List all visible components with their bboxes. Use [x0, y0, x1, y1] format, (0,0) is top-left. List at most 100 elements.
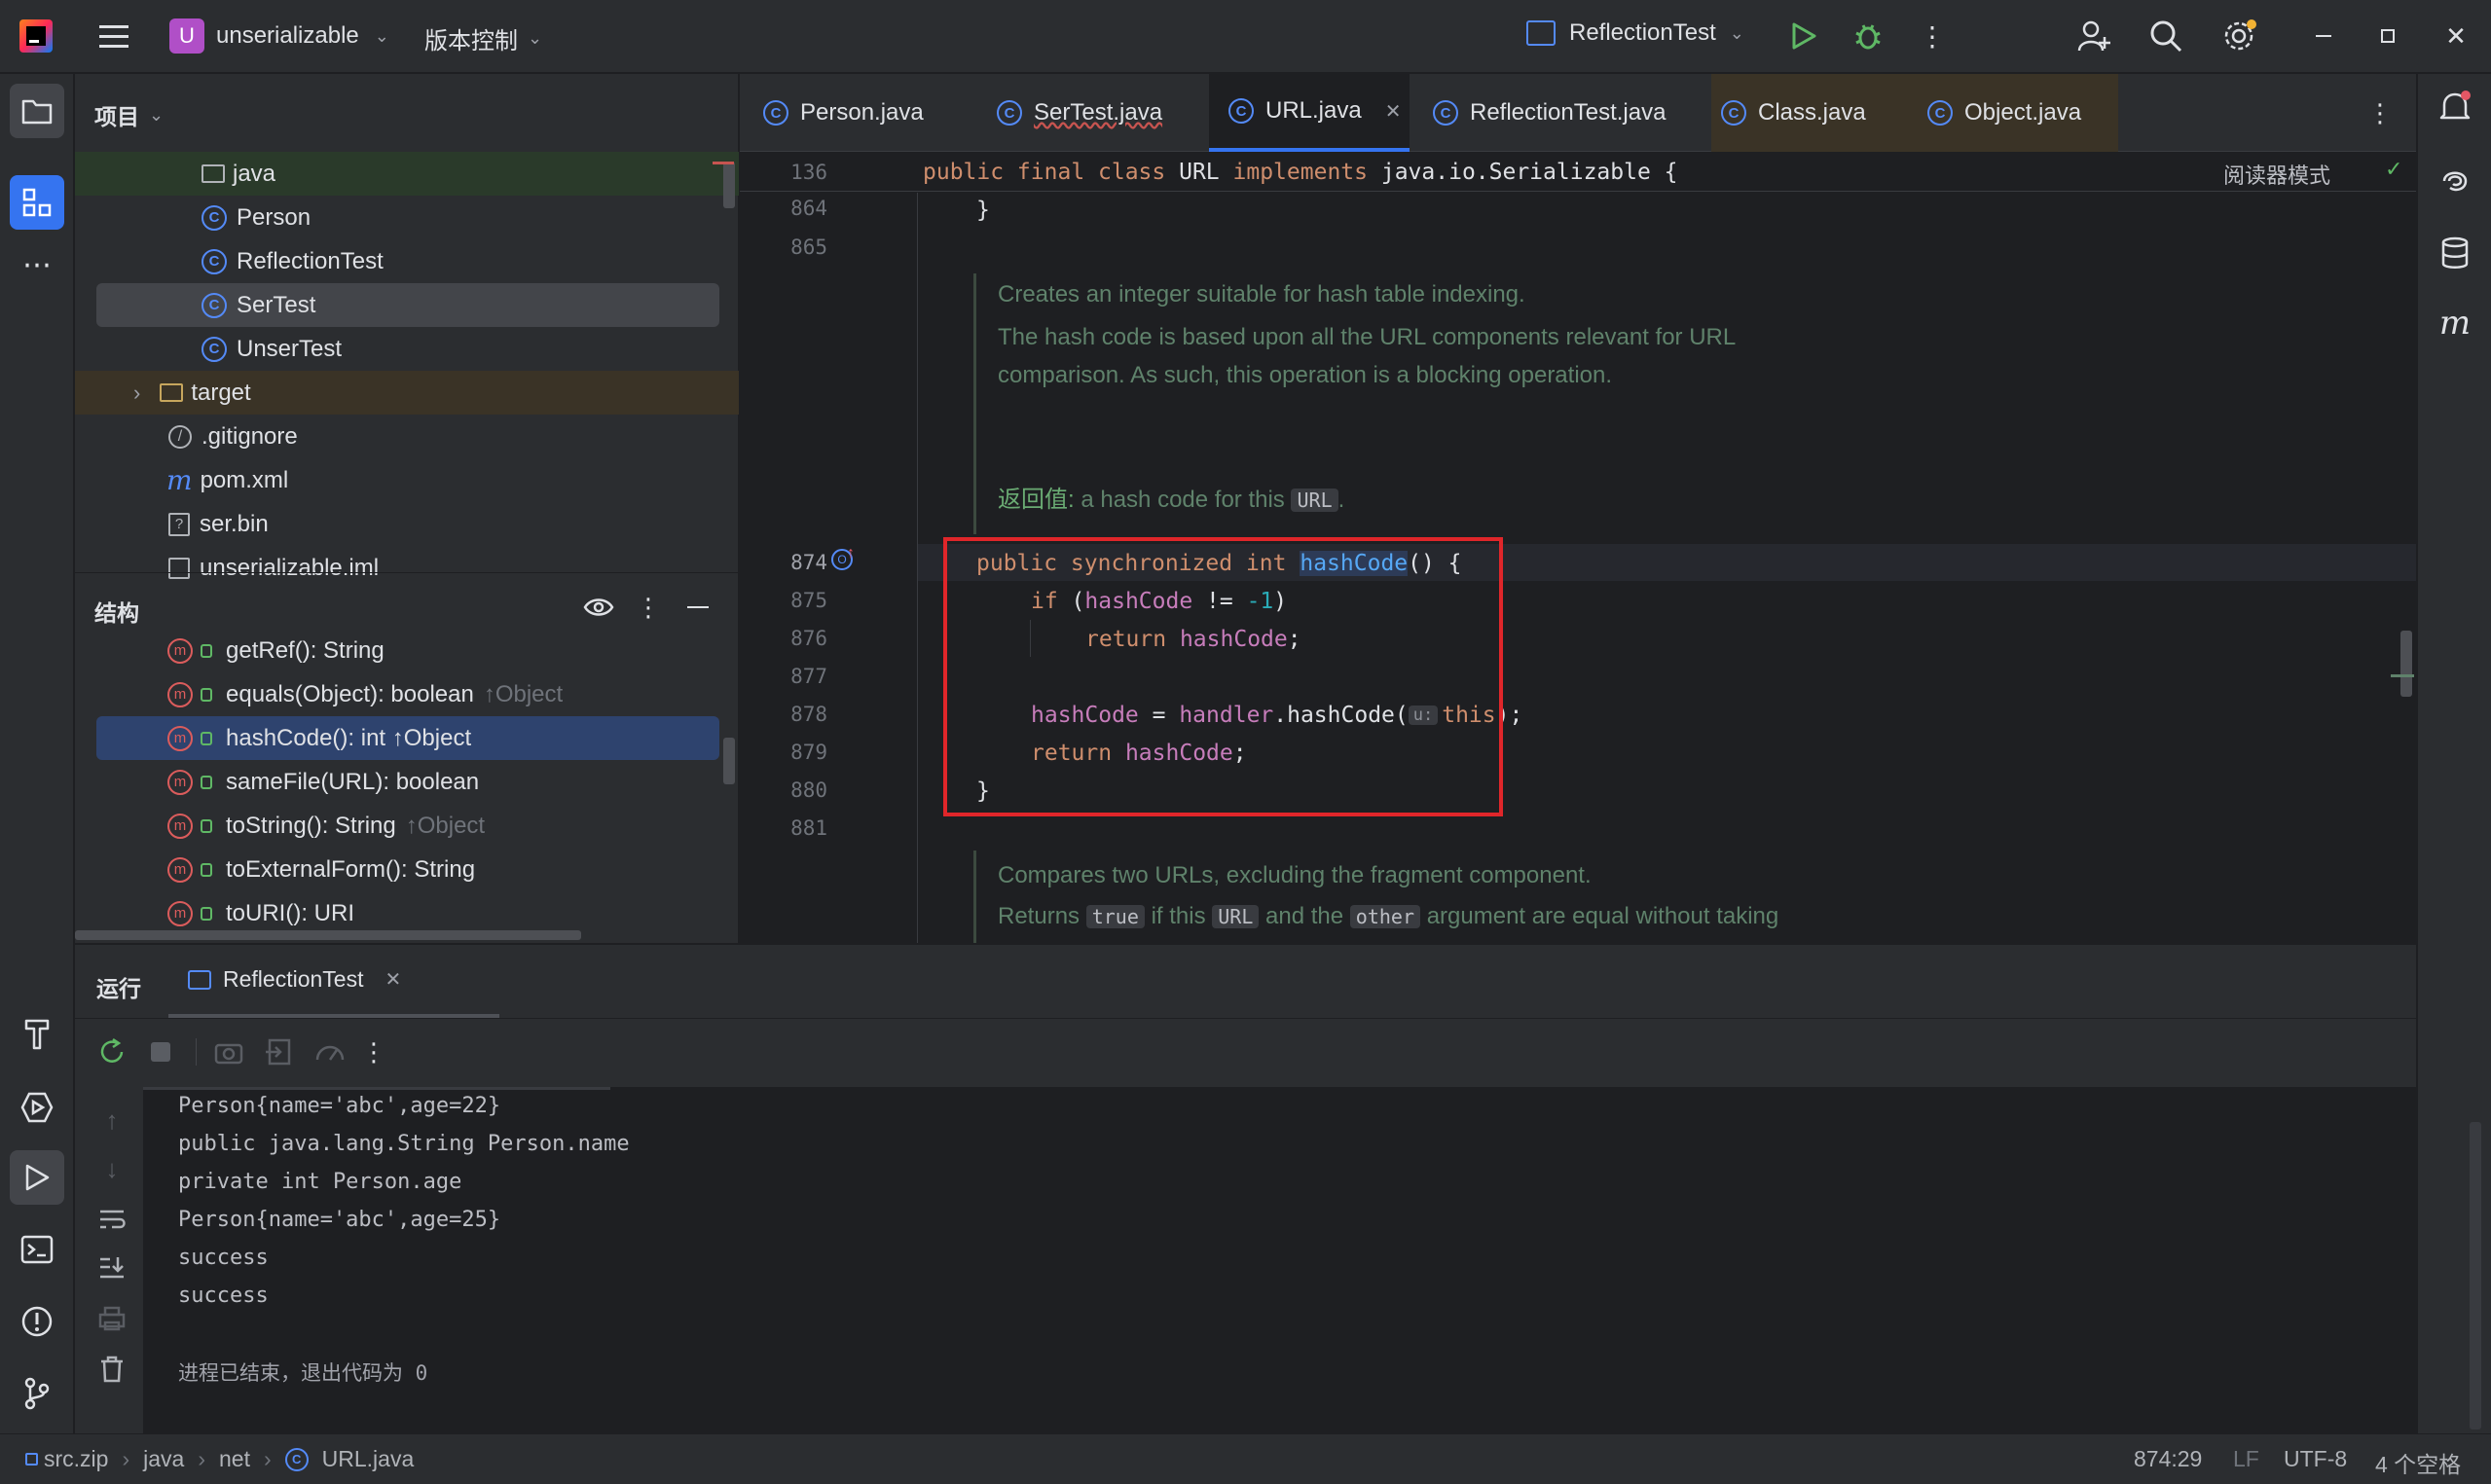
- print-icon[interactable]: [94, 1301, 129, 1336]
- breadcrumb-item[interactable]: src.zip: [44, 1446, 108, 1472]
- camera-icon[interactable]: [211, 1034, 246, 1069]
- rerun-icon[interactable]: [94, 1034, 129, 1069]
- class-icon: C: [1927, 100, 1953, 126]
- tab-person-java[interactable]: C Person.java: [763, 74, 924, 152]
- structure-item[interactable]: m toExternalForm(): String: [75, 848, 475, 891]
- trash-icon[interactable]: [94, 1352, 129, 1387]
- javadoc-block[interactable]: Creates an integer suitable for hash tab…: [973, 273, 2200, 534]
- problems-icon[interactable]: [10, 1294, 64, 1349]
- restore-window-icon[interactable]: [2371, 19, 2404, 53]
- console-scrollbar[interactable]: [2470, 1122, 2481, 1430]
- caret-position[interactable]: 874:29: [2134, 1446, 2202, 1472]
- tree-item-pom[interactable]: m pom.xml: [75, 458, 288, 502]
- debug-button[interactable]: [1851, 19, 1885, 53]
- more-tools-icon[interactable]: ⋯: [10, 245, 64, 284]
- override-gutter-icon[interactable]: O ↑: [831, 545, 859, 576]
- doc-text: and the: [1265, 903, 1344, 929]
- line-separator[interactable]: LF: [2233, 1446, 2259, 1472]
- project-name: unserializable: [216, 22, 359, 49]
- stop-icon[interactable]: [143, 1034, 178, 1069]
- git-branch-icon[interactable]: [10, 1366, 64, 1421]
- run-tool-icon[interactable]: [10, 1150, 64, 1205]
- structure-item-label: getRef(): String: [226, 636, 385, 664]
- terminal-icon[interactable]: [10, 1222, 64, 1277]
- tree-item-java[interactable]: java: [75, 152, 739, 196]
- editor-scrollbar[interactable]: [2400, 631, 2412, 697]
- structure-scrollbar[interactable]: [723, 738, 735, 784]
- tab-sertest-java[interactable]: C SerTest.java: [997, 74, 1162, 152]
- project-panel-header[interactable]: 项目 ⌄: [94, 98, 164, 131]
- breadcrumb-item[interactable]: java: [143, 1446, 184, 1472]
- run-more-icon[interactable]: ⋮: [359, 1034, 388, 1069]
- maven-icon[interactable]: m: [2436, 304, 2474, 343]
- sticky-line[interactable]: 136 public final class URL implements ja…: [740, 153, 2416, 192]
- public-lock-icon: [201, 906, 212, 921]
- breadcrumb-item[interactable]: URL.java: [322, 1446, 415, 1472]
- vcs-menu[interactable]: 版本控制 ⌄: [424, 21, 542, 55]
- tab-options-icon[interactable]: ⋮: [2365, 95, 2395, 130]
- structure-item[interactable]: m toString(): String ↑Object: [75, 804, 485, 848]
- run-config-selector[interactable]: ReflectionTest ⌄: [1526, 19, 1744, 47]
- services-icon[interactable]: [10, 1080, 64, 1135]
- more-actions-icon[interactable]: ⋮: [1916, 19, 1949, 53]
- tree-item-reflectiontest[interactable]: C ReflectionTest: [75, 239, 384, 283]
- exit-icon[interactable]: [262, 1034, 297, 1069]
- build-hammer-icon[interactable]: [10, 1006, 64, 1061]
- structure-options-icon[interactable]: ⋮: [634, 590, 663, 625]
- breadcrumb-item[interactable]: net: [219, 1446, 250, 1472]
- structure-hscrollbar[interactable]: [75, 930, 581, 940]
- settings-gear-icon[interactable]: [2221, 18, 2258, 54]
- soft-wrap-icon[interactable]: [94, 1202, 129, 1237]
- scroll-up-icon[interactable]: ↑: [94, 1103, 129, 1138]
- minimize-window-icon[interactable]: [2307, 19, 2340, 53]
- project-tree-scrollbar[interactable]: [723, 162, 735, 208]
- structure-item[interactable]: m toURI(): URI: [75, 891, 354, 935]
- structure-item[interactable]: m equals(Object): boolean ↑Object: [75, 672, 563, 716]
- tab-url-java[interactable]: C URL.java ✕: [1209, 74, 1410, 152]
- add-user-icon[interactable]: [2075, 18, 2112, 54]
- tree-item-serbin[interactable]: ? ser.bin: [75, 502, 269, 546]
- structure-item-selected[interactable]: m hashCode(): int ↑Object: [96, 716, 719, 760]
- structure-item[interactable]: m getRef(): String: [75, 629, 385, 672]
- doc-code: URL: [1291, 489, 1338, 512]
- file-encoding[interactable]: UTF-8: [2284, 1446, 2347, 1472]
- structure-tool-icon[interactable]: [10, 175, 64, 230]
- console-exit-line: 进程已结束，退出代码为 0: [178, 1360, 428, 1385]
- project-folder-icon[interactable]: [10, 84, 64, 138]
- tree-item-unsertest[interactable]: C UnserTest: [75, 327, 342, 371]
- console-output[interactable]: Person{name='abc',age=22} public java.la…: [143, 1087, 2481, 1434]
- run-tab-reflectiontest[interactable]: ReflectionTest ✕: [168, 945, 499, 1018]
- scroll-to-end-icon[interactable]: [94, 1250, 129, 1285]
- doc-text: argument are equal without taking: [1426, 903, 1779, 929]
- tab-object-java[interactable]: C Object.java: [1906, 74, 2118, 152]
- close-tab-icon[interactable]: ✕: [1385, 99, 1402, 124]
- indent-setting[interactable]: 4 个空格: [2375, 1446, 2461, 1479]
- run-button[interactable]: [1787, 19, 1820, 53]
- close-window-icon[interactable]: ✕: [2439, 19, 2473, 53]
- tab-reflectiontest-java[interactable]: C ReflectionTest.java: [1433, 74, 1666, 152]
- app-logo-icon[interactable]: [19, 19, 53, 53]
- scroll-down-icon[interactable]: ↓: [94, 1151, 129, 1186]
- public-lock-icon: [201, 818, 212, 833]
- project-selector[interactable]: U unserializable ⌄: [169, 18, 389, 54]
- notifications-bell-icon[interactable]: [2436, 88, 2474, 127]
- main-menu-icon[interactable]: [97, 21, 130, 51]
- search-icon[interactable]: [2147, 18, 2184, 54]
- reader-mode-button[interactable]: 阅读器模式: [2223, 159, 2330, 190]
- close-tab-icon[interactable]: ✕: [385, 967, 401, 992]
- code-line-864[interactable]: }: [976, 191, 990, 229]
- eye-icon[interactable]: [581, 590, 616, 625]
- tree-item-iml[interactable]: unserializable.iml: [75, 546, 379, 590]
- hide-panel-icon[interactable]: [680, 590, 715, 625]
- tree-item-target[interactable]: › target: [75, 371, 739, 415]
- tab-class-java[interactable]: C Class.java: [1711, 74, 1906, 152]
- javadoc-block[interactable]: Compares two URLs, excluding the fragmen…: [973, 851, 2200, 943]
- tree-item-gitignore[interactable]: / .gitignore: [75, 415, 298, 458]
- tree-item-person[interactable]: C Person: [75, 196, 311, 239]
- coverage-icon[interactable]: [312, 1034, 348, 1069]
- editor-tabs: C Person.java C SerTest.java C URL.java …: [740, 74, 2416, 152]
- database-icon[interactable]: [2436, 234, 2474, 272]
- ai-assistant-icon[interactable]: [2436, 162, 2474, 200]
- structure-item[interactable]: m sameFile(URL): boolean: [75, 760, 479, 804]
- tree-item-sertest[interactable]: C SerTest: [96, 283, 719, 327]
